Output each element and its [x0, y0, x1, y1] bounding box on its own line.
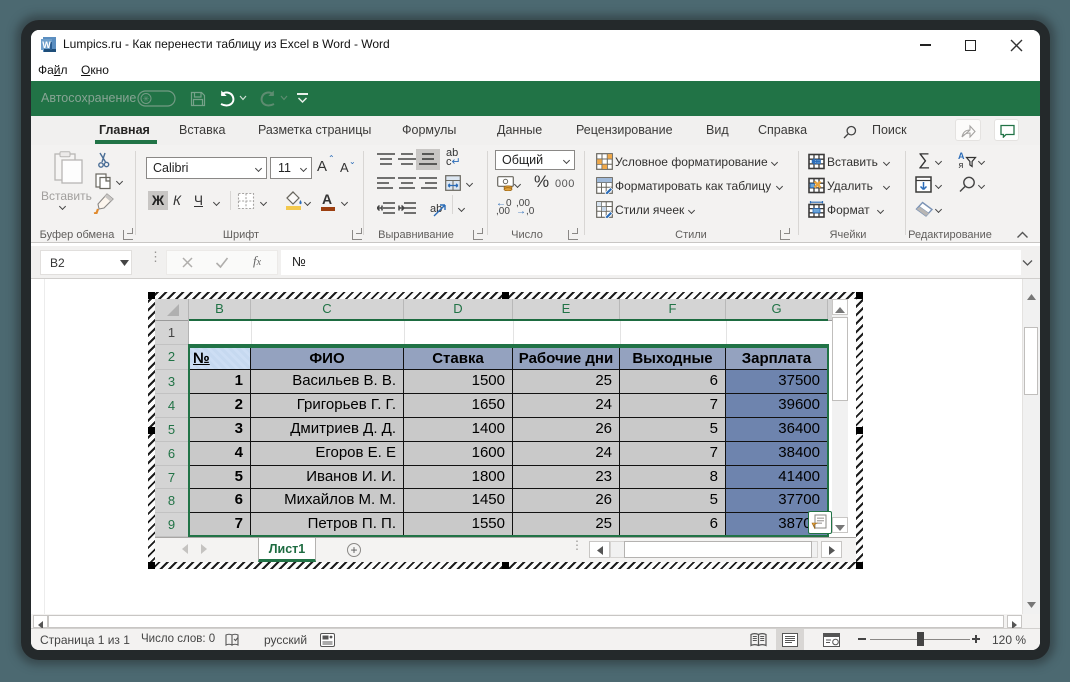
svg-text:✳: ✳ — [143, 95, 150, 104]
svg-text:я: я — [959, 160, 964, 169]
svg-text:W: W — [42, 40, 51, 50]
